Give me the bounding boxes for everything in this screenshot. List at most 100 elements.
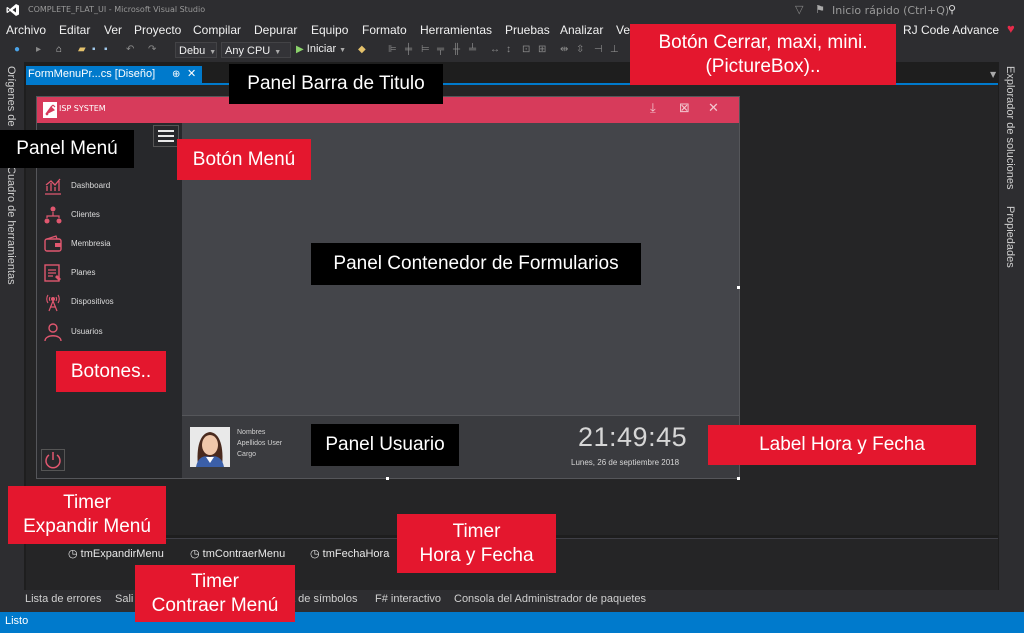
user-photo xyxy=(190,427,230,467)
open-icon[interactable]: ▰ xyxy=(78,44,86,55)
timer-icon: ◷ xyxy=(68,548,78,560)
menu-analizar[interactable]: Analizar xyxy=(560,23,603,37)
nav-label: Dashboard xyxy=(71,181,111,190)
center-h-icon[interactable]: ⊣ xyxy=(594,44,603,55)
configuration-select[interactable]: Debu ▼ xyxy=(175,42,217,58)
filter-icon[interactable]: ▽ xyxy=(795,3,803,16)
menu-proyecto[interactable]: Proyecto xyxy=(134,23,181,37)
menu-ventana[interactable]: Ve xyxy=(616,23,630,37)
back-icon[interactable]: ● xyxy=(14,44,20,55)
pin-icon[interactable]: ⊕ xyxy=(172,66,180,83)
data-sources-tab[interactable]: Orígenes de xyxy=(5,66,17,127)
resize-handle[interactable] xyxy=(737,286,740,289)
play-icon: ▶ xyxy=(296,44,304,55)
attach-icon[interactable]: ◆ xyxy=(358,44,366,55)
date-label: Lunes, 26 de septiembre 2018 xyxy=(571,458,680,467)
grid-icon[interactable]: ⊞ xyxy=(538,44,546,55)
callout-clock-label: Label Hora y Fecha xyxy=(708,425,976,465)
nav-clientes[interactable]: Clientes xyxy=(43,204,173,228)
document-tab[interactable]: FormMenuPr...cs [Diseño] ⊕ ✕ xyxy=(26,66,202,83)
menu-equipo[interactable]: Equipo xyxy=(311,23,348,37)
nav-dispositivos[interactable]: Dispositivos xyxy=(43,291,173,315)
nav-label: Clientes xyxy=(71,210,100,219)
user-icon xyxy=(44,323,62,342)
logout-power-button[interactable] xyxy=(41,449,65,471)
menu-pruebas[interactable]: Pruebas xyxy=(505,23,550,37)
menu-formato[interactable]: Formato xyxy=(362,23,407,37)
nav-label: Planes xyxy=(71,268,96,277)
tab-output[interactable]: Sali xyxy=(115,593,133,605)
tab-list-dropdown-icon[interactable]: ▼ xyxy=(990,70,996,79)
align-left-icon[interactable]: ⊫ xyxy=(388,44,397,55)
quick-launch-input[interactable]: Inicio rápido (Ctrl+Q) xyxy=(832,4,949,17)
maximize-icon[interactable]: ⊠ xyxy=(679,101,690,116)
timer-expand-menu[interactable]: ◷ tmExpandirMenu xyxy=(68,547,164,560)
tab-package-manager-console[interactable]: Consola del Administrador de paquetes xyxy=(454,593,646,605)
callout-timer-expand: Timer Expandir Menú xyxy=(8,486,166,544)
timer-collapse-menu[interactable]: ◷ tmContraerMenu xyxy=(190,547,285,560)
align-bottom-icon[interactable]: ╧ xyxy=(469,44,476,55)
antenna-icon xyxy=(46,294,60,312)
new-project-icon[interactable]: ⌂ xyxy=(56,44,62,55)
tab-symbol-results[interactable]: a de símbolos xyxy=(289,593,357,605)
align-middle-icon[interactable]: ╫ xyxy=(453,44,460,55)
nav-dashboard[interactable]: Dashboard xyxy=(43,175,173,199)
v-spacing-icon[interactable]: ⇳ xyxy=(576,44,584,55)
document-tab-label: FormMenuPr...cs [Diseño] xyxy=(28,68,156,80)
platform-select[interactable]: Any CPU ▼ xyxy=(221,42,291,58)
menu-herramientas[interactable]: Herramientas xyxy=(420,23,492,37)
network-icon xyxy=(44,206,62,224)
same-height-icon[interactable]: ↕ xyxy=(506,44,511,55)
notification-icon[interactable]: ⚑ xyxy=(815,3,825,16)
nav-membresia[interactable]: Membresia xyxy=(43,233,173,257)
close-tab-icon[interactable]: ✕ xyxy=(187,66,196,83)
callout-timer-collapse: Timer Contraer Menú xyxy=(135,565,295,622)
menu-panel: Dashboard Clientes Membresia Planes Disp… xyxy=(37,123,182,478)
nav-label: Dispositivos xyxy=(71,297,114,306)
callout-user-panel: Panel Usuario xyxy=(311,424,459,466)
timer-clock[interactable]: ◷ tmFechaHora xyxy=(310,547,389,560)
menu-compilar[interactable]: Compilar xyxy=(193,23,241,37)
properties-tab[interactable]: Propiedades xyxy=(1004,206,1016,268)
hamburger-menu-button[interactable] xyxy=(153,125,179,147)
designed-form[interactable]: ISP SYSTEM ⤓ ⊠ ✕ Dashboard Clientes Memb… xyxy=(36,96,740,479)
undo-icon[interactable]: ↶ xyxy=(126,44,134,55)
user-account[interactable]: RJ Code Advance xyxy=(903,23,999,37)
tab-error-list[interactable]: Lista de errores xyxy=(25,593,101,605)
tab-fsharp-interactive[interactable]: F# interactivo xyxy=(375,593,441,605)
menu-depurar[interactable]: Depurar xyxy=(254,23,297,37)
menu-editar[interactable]: Editar xyxy=(59,23,90,37)
forward-icon[interactable]: ▸ xyxy=(36,44,41,55)
resize-handle[interactable] xyxy=(737,477,740,480)
callout-menu-panel: Panel Menú xyxy=(0,130,134,168)
nav-label: Membresia xyxy=(71,239,111,248)
redo-icon[interactable]: ↷ xyxy=(148,44,156,55)
nav-usuarios[interactable]: Usuarios xyxy=(43,321,173,345)
minimize-icon[interactable]: ⤓ xyxy=(650,101,656,116)
timer-icon: ◷ xyxy=(190,548,200,560)
align-right-icon[interactable]: ⊨ xyxy=(421,44,430,55)
save-icon[interactable]: ▪ xyxy=(92,44,96,55)
same-size-icon[interactable]: ⊡ xyxy=(522,44,530,55)
menu-ver[interactable]: Ver xyxy=(104,23,122,37)
avatar[interactable] xyxy=(190,427,230,467)
search-icon[interactable]: ⚲ xyxy=(948,3,956,16)
form-title: ISP SYSTEM xyxy=(59,104,106,113)
start-button[interactable]: ▶ Iniciar ▼ xyxy=(296,43,346,55)
satellite-logo-icon xyxy=(43,102,57,118)
center-v-icon[interactable]: ⊥ xyxy=(610,44,619,55)
align-center-icon[interactable]: ╪ xyxy=(405,44,412,55)
nav-planes[interactable]: Planes xyxy=(43,262,173,286)
same-width-icon[interactable]: ↔ xyxy=(490,44,500,55)
align-top-icon[interactable]: ╤ xyxy=(437,44,444,55)
right-tool-strip: Explorador de soluciones Propiedades xyxy=(999,62,1024,594)
close-icon[interactable]: ✕ xyxy=(708,101,719,116)
toolbox-tab[interactable]: Cuadro de herramientas xyxy=(5,166,17,285)
menu-archivo[interactable]: Archivo xyxy=(6,23,46,37)
plan-icon xyxy=(44,264,61,282)
save-all-icon[interactable]: ▪ xyxy=(104,44,108,55)
solution-explorer-tab[interactable]: Explorador de soluciones xyxy=(1004,66,1016,190)
h-spacing-icon[interactable]: ⇹ xyxy=(560,44,568,55)
feedback-heart-icon[interactable]: ♥ xyxy=(1007,21,1015,36)
resize-handle[interactable] xyxy=(386,477,389,480)
